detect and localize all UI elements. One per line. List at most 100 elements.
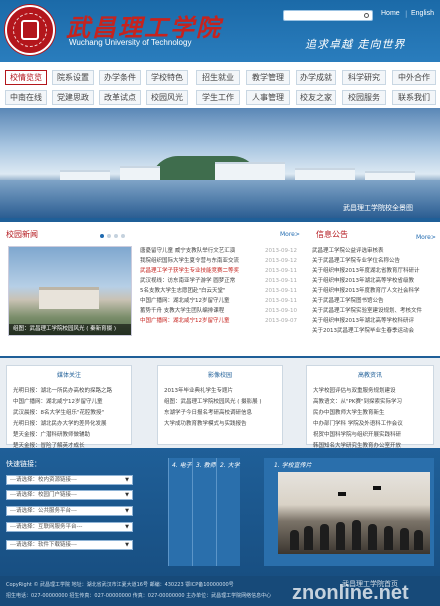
- chevron-down-icon: ▼: [125, 492, 129, 498]
- site-header: 武昌理工学院 Wuchang University of Technology …: [0, 0, 440, 62]
- list-item[interactable]: 光明日报：湖北民办大学的差异化发展: [13, 419, 129, 430]
- thrown-cap-icon: [373, 486, 381, 490]
- main-nav: 校情览览 院系设置 办学条件 学校特色 招生就业 教学管理 办学成就 科学研究 …: [0, 62, 440, 108]
- list-item[interactable]: 2013年毕业典礼学生专题片: [164, 386, 280, 397]
- news-photo[interactable]: 组图：武昌理工学院校园风光 ( 秦新育摄 ): [8, 246, 132, 336]
- nav-item[interactable]: 学校特色: [146, 70, 188, 85]
- school-seal-logo[interactable]: [5, 5, 55, 55]
- quick-link-select[interactable]: ---请选择：校园门户链接--- ▼: [6, 490, 133, 500]
- slide-dot[interactable]: [100, 234, 104, 238]
- list-item[interactable]: 大学校园评估与双重服务规划建设: [313, 386, 429, 397]
- footer-contact: 招生电话：027-00000000 招生传真：027-00000000 传真：0…: [6, 593, 272, 599]
- media-box: 媒体关注 光明日报：湖北一所民办高校的探路之路 中国广播网：湖北咸宁12岁留守儿…: [6, 365, 132, 449]
- list-item[interactable]: 武汉视线：访东南亚学子游学 圆梦正常 2013-09-11: [140, 276, 304, 286]
- list-item[interactable]: 关于武昌理工学院专业学位名称公告: [312, 256, 434, 266]
- showcase-tab[interactable]: 3. 教师: [192, 458, 216, 566]
- campus-news-more-link[interactable]: More>: [280, 231, 300, 238]
- quick-links-title: 快速链接：: [6, 460, 41, 468]
- list-item[interactable]: 关于武昌理工学院实验室建设规划、考核文件: [312, 306, 434, 316]
- list-item[interactable]: 组图：武昌理工学院校园风光 ( 摄影展 ): [164, 397, 280, 408]
- list-item[interactable]: 祝贺中国科学院与组织开展实践科研: [313, 430, 429, 441]
- banner-building: [215, 162, 285, 182]
- list-item[interactable]: 武汉晨报：8名大学生组乐"花腔教授": [13, 408, 129, 419]
- nav-item[interactable]: 院系设置: [52, 70, 94, 85]
- list-item[interactable]: 蓄势千舟 支教大学生团队编排课程 2013-09-10: [140, 306, 304, 316]
- hr-title[interactable]: 高教资讯: [307, 370, 433, 379]
- graduate-figure: [336, 522, 345, 550]
- nav-item[interactable]: 联系我们: [392, 90, 436, 105]
- video-box: 影像校园 2013年毕业典礼学生专题片 组图：武昌理工学院校园风光 ( 摄影展 …: [157, 365, 283, 445]
- list-item[interactable]: 东湖学子今日报名考研高校调研信息: [164, 408, 280, 419]
- quick-link-select[interactable]: ---请选择：校内资源链接--- ▼: [6, 475, 133, 485]
- chevron-down-icon: ▼: [125, 524, 129, 530]
- notice-title[interactable]: 信息公告: [316, 229, 348, 240]
- notice-list: 武昌理工学院公益评选审核表 关于武昌理工学院专业学位名称公告 关于组织申报201…: [312, 246, 434, 336]
- media-title[interactable]: 媒体关注: [7, 370, 131, 379]
- search-input[interactable]: [283, 10, 373, 21]
- nav-item[interactable]: 科学研究: [342, 70, 386, 85]
- showcase-tab[interactable]: 2. 大学: [216, 458, 240, 566]
- graduate-figure: [414, 530, 423, 550]
- list-item[interactable]: 关于组织申报2013年湖北高等学校科研评: [312, 316, 434, 326]
- slide-dot[interactable]: [121, 234, 125, 238]
- slide-dot[interactable]: [107, 234, 111, 238]
- list-item[interactable]: 5名支教大学生志愿团赴"白云天堂" 2013-09-11: [140, 286, 304, 296]
- video-title[interactable]: 影像校园: [158, 370, 282, 379]
- list-item[interactable]: 高教语文：从"PK赛"到探索实际学习: [313, 397, 429, 408]
- nav-item[interactable]: 中南在线: [5, 90, 47, 105]
- news-photo-caption[interactable]: 组图：武昌理工学院校园风光 ( 秦新育摄 ): [9, 324, 131, 335]
- hr-box: 高教资讯 大学校园评估与双重服务规划建设 高教语文：从"PK赛"到探索实际学习 …: [306, 365, 434, 449]
- campus-news-title[interactable]: 校园新闻: [6, 229, 38, 240]
- list-item[interactable]: 我院组织国际大学生夏令营与东南亚交流 2013-09-12: [140, 256, 304, 266]
- quick-link-select[interactable]: ---请选择：公共服务平台--- ▼: [6, 506, 133, 516]
- list-item[interactable]: 中办部门学科 学院及外语科工作会议: [313, 419, 429, 430]
- english-link[interactable]: English: [411, 10, 434, 17]
- showcase-tab[interactable]: 4. 电子: [168, 458, 192, 566]
- list-item[interactable]: 中国广播网：湖北咸宁12岁留守儿童 2013-09-11: [140, 296, 304, 306]
- list-item[interactable]: 关于组织申报2013年湖北高等学校省级教: [312, 276, 434, 286]
- home-link[interactable]: Home: [381, 10, 400, 17]
- campus-banner[interactable]: 武昌理工学院校全景图: [0, 108, 440, 218]
- nav-item[interactable]: 改革试点: [99, 90, 141, 105]
- list-item[interactable]: 中国广播网：湖北咸宁12岁留守儿童: [13, 397, 129, 408]
- nav-item[interactable]: 校园服务: [342, 90, 386, 105]
- nav-item[interactable]: 办学条件: [99, 70, 141, 85]
- nav-item[interactable]: 校情览览: [5, 70, 47, 85]
- list-item[interactable]: 武昌理工学院公益评选审核表: [312, 246, 434, 256]
- nav-item[interactable]: 中外合作: [392, 70, 436, 85]
- nav-item[interactable]: 办学成就: [296, 70, 336, 85]
- slide-dots: [100, 233, 128, 240]
- nav-item[interactable]: 党建思政: [52, 90, 94, 105]
- list-item[interactable]: 关于2013武昌理工学院毕业生春季运动会: [312, 326, 434, 336]
- photo-building: [39, 287, 99, 309]
- nav-item[interactable]: 校园风光: [146, 90, 188, 105]
- notice-more-link[interactable]: More>: [416, 234, 436, 241]
- slide-dot[interactable]: [114, 234, 118, 238]
- quick-link-select[interactable]: ---请选择：软件下载链接--- ▼: [6, 540, 133, 550]
- nav-item[interactable]: 校友之家: [296, 90, 336, 105]
- nav-item[interactable]: 教学管理: [246, 70, 290, 85]
- graduation-photo[interactable]: [278, 472, 430, 554]
- nav-item[interactable]: 人事管理: [246, 90, 290, 105]
- list-item[interactable]: 光明日报：湖北一所民办高校的探路之路: [13, 386, 129, 397]
- list-item[interactable]: 武昌理工学子获学生专业技能竞赛二等奖 2013-09-11: [140, 266, 304, 276]
- list-item[interactable]: 中国广播网：湖北咸宁12岁留守儿童 2013-09-07: [140, 316, 304, 326]
- list-item[interactable]: 楚天金报：广潜科研教师做辅助: [13, 430, 129, 441]
- school-name-en: Wuchang University of Technology: [69, 38, 192, 47]
- list-item[interactable]: 关于组织申报2013年度教育厅人文社会科学: [312, 286, 434, 296]
- list-item[interactable]: 民办中国教师大学生教育新生: [313, 408, 429, 419]
- thrown-cap-icon: [338, 492, 346, 496]
- list-item[interactable]: 唐憂留守儿童 威宁支教队举行文艺汇演 2013-09-12: [140, 246, 304, 256]
- list-item[interactable]: 大学成功教育教学模式与实践报告: [164, 419, 280, 430]
- quick-link-select[interactable]: ---请选择：互联网服务平台--- ▼: [6, 522, 133, 532]
- nav-item[interactable]: 学生工作: [196, 90, 240, 105]
- slogan: 追求卓越 走向世界: [305, 38, 406, 51]
- list-item[interactable]: 关于组织申报2013年度湖北省教育厅科研计: [312, 266, 434, 276]
- graduate-figure: [368, 524, 377, 550]
- seal-emblem-icon: [21, 20, 39, 40]
- nav-item[interactable]: 招生就业: [196, 70, 240, 85]
- lang-divider: |: [405, 10, 408, 18]
- chevron-down-icon: ▼: [125, 477, 129, 483]
- list-item[interactable]: 关于武昌理工学院图书馆公告: [312, 296, 434, 306]
- search-icon[interactable]: [364, 13, 369, 18]
